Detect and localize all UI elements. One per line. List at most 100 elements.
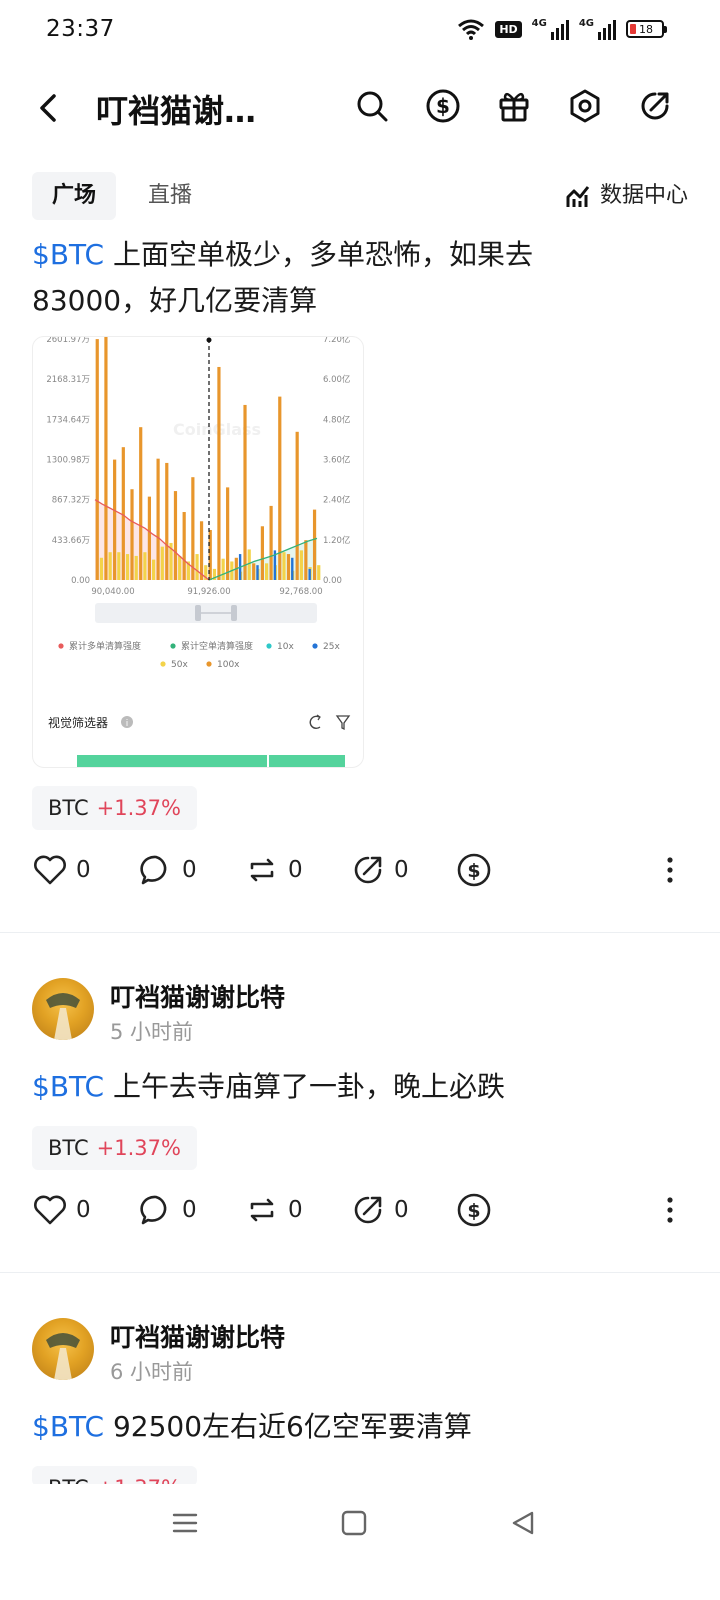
search-icon[interactable] <box>354 88 390 124</box>
wifi-icon <box>458 19 485 40</box>
bar-100x <box>121 447 125 580</box>
tip-button[interactable]: $ <box>456 1192 492 1228</box>
slider-handle-left[interactable] <box>195 605 201 621</box>
like-count: 0 <box>76 1197 91 1223</box>
bar-100x <box>173 491 178 580</box>
author-name[interactable]: 叮裆猫谢谢比特 <box>110 1318 285 1354</box>
comment-icon <box>140 1195 167 1225</box>
y-axis-tick-label: 1300.98万 <box>46 456 90 466</box>
like-button[interactable]: 0 <box>32 852 91 888</box>
ticker-link[interactable]: $BTC <box>32 1410 104 1443</box>
svg-text:$: $ <box>467 860 480 882</box>
y-axis-right-tick-label: 1.20亿 <box>323 535 350 546</box>
dollar-icon[interactable]: $ <box>425 88 461 124</box>
bar-100x <box>199 521 204 580</box>
legend-label: 累计多单清算强度 <box>69 640 141 652</box>
comment-button[interactable]: 0 <box>138 852 197 888</box>
tip-button[interactable]: $ <box>456 852 492 888</box>
y-axis-tick-label: 433.66万 <box>52 536 90 546</box>
coin-tag[interactable]: BTC+1.37% <box>32 786 197 830</box>
bar-100x <box>269 505 273 580</box>
svg-text:CoinGlass: CoinGlass <box>173 420 261 439</box>
repost-button[interactable]: 0 <box>244 1192 303 1228</box>
ticker-link[interactable]: $BTC <box>32 1070 104 1103</box>
svg-text:i: i <box>126 719 129 729</box>
heart-icon <box>34 855 66 885</box>
coin-tag[interactable]: BTC+1.37% <box>32 1126 197 1170</box>
heart-icon <box>34 1195 66 1225</box>
back-nav-icon[interactable] <box>508 1508 538 1538</box>
settings-icon[interactable] <box>567 88 603 124</box>
author-name[interactable]: 叮裆猫谢谢比特 <box>110 978 285 1014</box>
share-count: 0 <box>394 1197 409 1223</box>
y-axis-right-tick-label: 0.00 <box>323 576 342 586</box>
tab-square[interactable]: 广场 <box>32 172 117 220</box>
bar-100x <box>130 489 134 580</box>
y-axis-tick-label: 2168.31万 <box>46 375 90 385</box>
share-post-button[interactable]: 0 <box>350 852 409 888</box>
bar-50x <box>178 555 182 580</box>
bar-25x <box>308 568 311 580</box>
chart-icon <box>566 186 590 207</box>
bar-50x <box>152 559 156 580</box>
bar-50x <box>317 565 321 580</box>
post-chart-image[interactable]: CoinGlass 0.00 433.66万 867.32万 1300.98万 1734… <box>32 336 364 768</box>
bar-100x <box>243 404 247 580</box>
ticker-link[interactable]: $BTC <box>32 238 104 271</box>
top-app-bar: 叮裆猫谢… $ <box>0 70 720 146</box>
coin-change: +1.37% <box>96 1136 181 1160</box>
post-text: $BTC 上午去寺庙算了一卦，晚上必跌 <box>32 1070 505 1103</box>
filter-icon[interactable] <box>335 715 351 731</box>
legend-marker <box>170 643 176 649</box>
avatar[interactable] <box>32 978 94 1040</box>
legend-marker <box>266 643 272 649</box>
legend-marker <box>312 643 318 649</box>
share-post-button[interactable]: 0 <box>350 1192 409 1228</box>
filter-bar-right <box>269 755 345 767</box>
system-nav-bar <box>0 1484 720 1600</box>
bar-50x <box>247 549 251 580</box>
more-button[interactable] <box>652 852 688 888</box>
tab-live[interactable]: 直播 <box>128 172 212 220</box>
hd-icon: HD <box>495 20 522 38</box>
slider-handle-right[interactable] <box>231 605 237 621</box>
post-author[interactable]: 叮裆猫谢谢比特 5 小时前 <box>32 978 688 1044</box>
coin-symbol: BTC <box>48 796 89 820</box>
repost-count: 0 <box>288 1197 303 1223</box>
legend-marker <box>58 643 64 649</box>
like-button[interactable]: 0 <box>32 1192 91 1228</box>
bar-100x <box>147 496 151 580</box>
signal-icon: 4G <box>579 18 616 40</box>
data-center-link[interactable]: 数据中心 <box>566 172 688 220</box>
bar-100x <box>286 554 291 580</box>
legend-label: 10x <box>277 642 294 652</box>
bar-100x <box>260 526 264 580</box>
home-icon[interactable] <box>340 1508 368 1538</box>
bar-100x <box>295 431 299 580</box>
y-axis-tick-label: 867.32万 <box>52 496 90 506</box>
more-button[interactable] <box>652 1192 688 1228</box>
share-icon[interactable] <box>637 88 673 124</box>
liquidation-chart: CoinGlass 0.00 433.66万 867.32万 1300.98万 1734… <box>46 337 351 767</box>
back-icon[interactable] <box>30 88 66 128</box>
signal-icon: 4G <box>532 18 569 40</box>
status-icons: HD 4G 4G 18 <box>457 18 667 40</box>
bar-100x <box>304 540 308 580</box>
legend-label: 累计空单清算强度 <box>181 640 253 652</box>
comment-count: 0 <box>182 1197 197 1223</box>
y-axis-right-tick-label: 6.00亿 <box>323 374 350 385</box>
bar-100x <box>95 339 99 580</box>
comment-button[interactable]: 0 <box>138 1192 197 1228</box>
coin-tag[interactable]: BTC+1.37% <box>32 1466 197 1486</box>
legend-label: 50x <box>171 660 188 670</box>
post-author[interactable]: 叮裆猫谢谢比特 6 小时前 <box>32 1318 688 1384</box>
avatar[interactable] <box>32 1318 94 1380</box>
bar-50x <box>108 552 112 580</box>
y-axis-tick-label: 1734.64万 <box>46 415 90 425</box>
bar-50x <box>117 552 121 580</box>
menu-icon[interactable] <box>170 1508 200 1538</box>
repost-button[interactable]: 0 <box>244 852 303 888</box>
x-axis-tick-label: 91,926.00 <box>187 587 230 597</box>
feed-tabs: 广场 直播 数据中心 <box>32 172 688 220</box>
gift-icon[interactable] <box>496 88 532 124</box>
